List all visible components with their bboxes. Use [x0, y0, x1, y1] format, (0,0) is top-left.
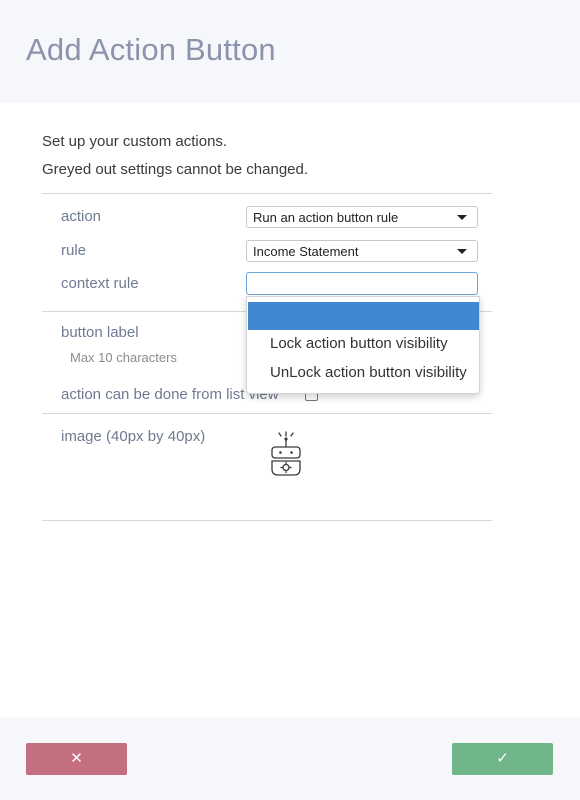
caret-down-icon [457, 215, 467, 220]
dialog-header: Add Action Button [0, 0, 580, 103]
context-rule-select[interactable] [246, 272, 478, 295]
dropdown-option-empty[interactable] [248, 302, 479, 330]
rule-select[interactable]: Income Statement [246, 240, 478, 262]
intro-text: Set up your custom actions. [42, 133, 228, 150]
close-icon: ✕ [70, 750, 83, 767]
robot-icon[interactable] [268, 430, 304, 478]
action-select-value: Run an action button rule [253, 210, 399, 225]
caret-down-icon [457, 249, 467, 254]
divider [42, 520, 492, 521]
divider [42, 193, 492, 194]
cancel-button[interactable]: ✕ [26, 743, 127, 775]
button-label-label: button label [61, 324, 139, 341]
dropdown-option-lock[interactable]: Lock action button visibility [270, 335, 448, 352]
intro-note: Greyed out settings cannot be changed. [42, 161, 309, 178]
dialog-title: Add Action Button [26, 32, 276, 67]
action-select[interactable]: Run an action button rule [246, 206, 478, 228]
image-label: image (40px by 40px) [61, 428, 206, 445]
check-icon: ✓ [496, 750, 509, 767]
context-rule-label: context rule [61, 275, 139, 292]
confirm-button[interactable]: ✓ [452, 743, 553, 775]
divider [42, 413, 492, 414]
button-label-hint: Max 10 characters [70, 350, 177, 365]
rule-select-value: Income Statement [253, 244, 359, 259]
action-label: action [61, 208, 102, 225]
dropdown-option-unlock[interactable]: UnLock action button visibility [270, 364, 467, 381]
rule-label: rule [61, 242, 87, 259]
context-rule-dropdown: Lock action button visibility UnLock act… [246, 296, 480, 394]
